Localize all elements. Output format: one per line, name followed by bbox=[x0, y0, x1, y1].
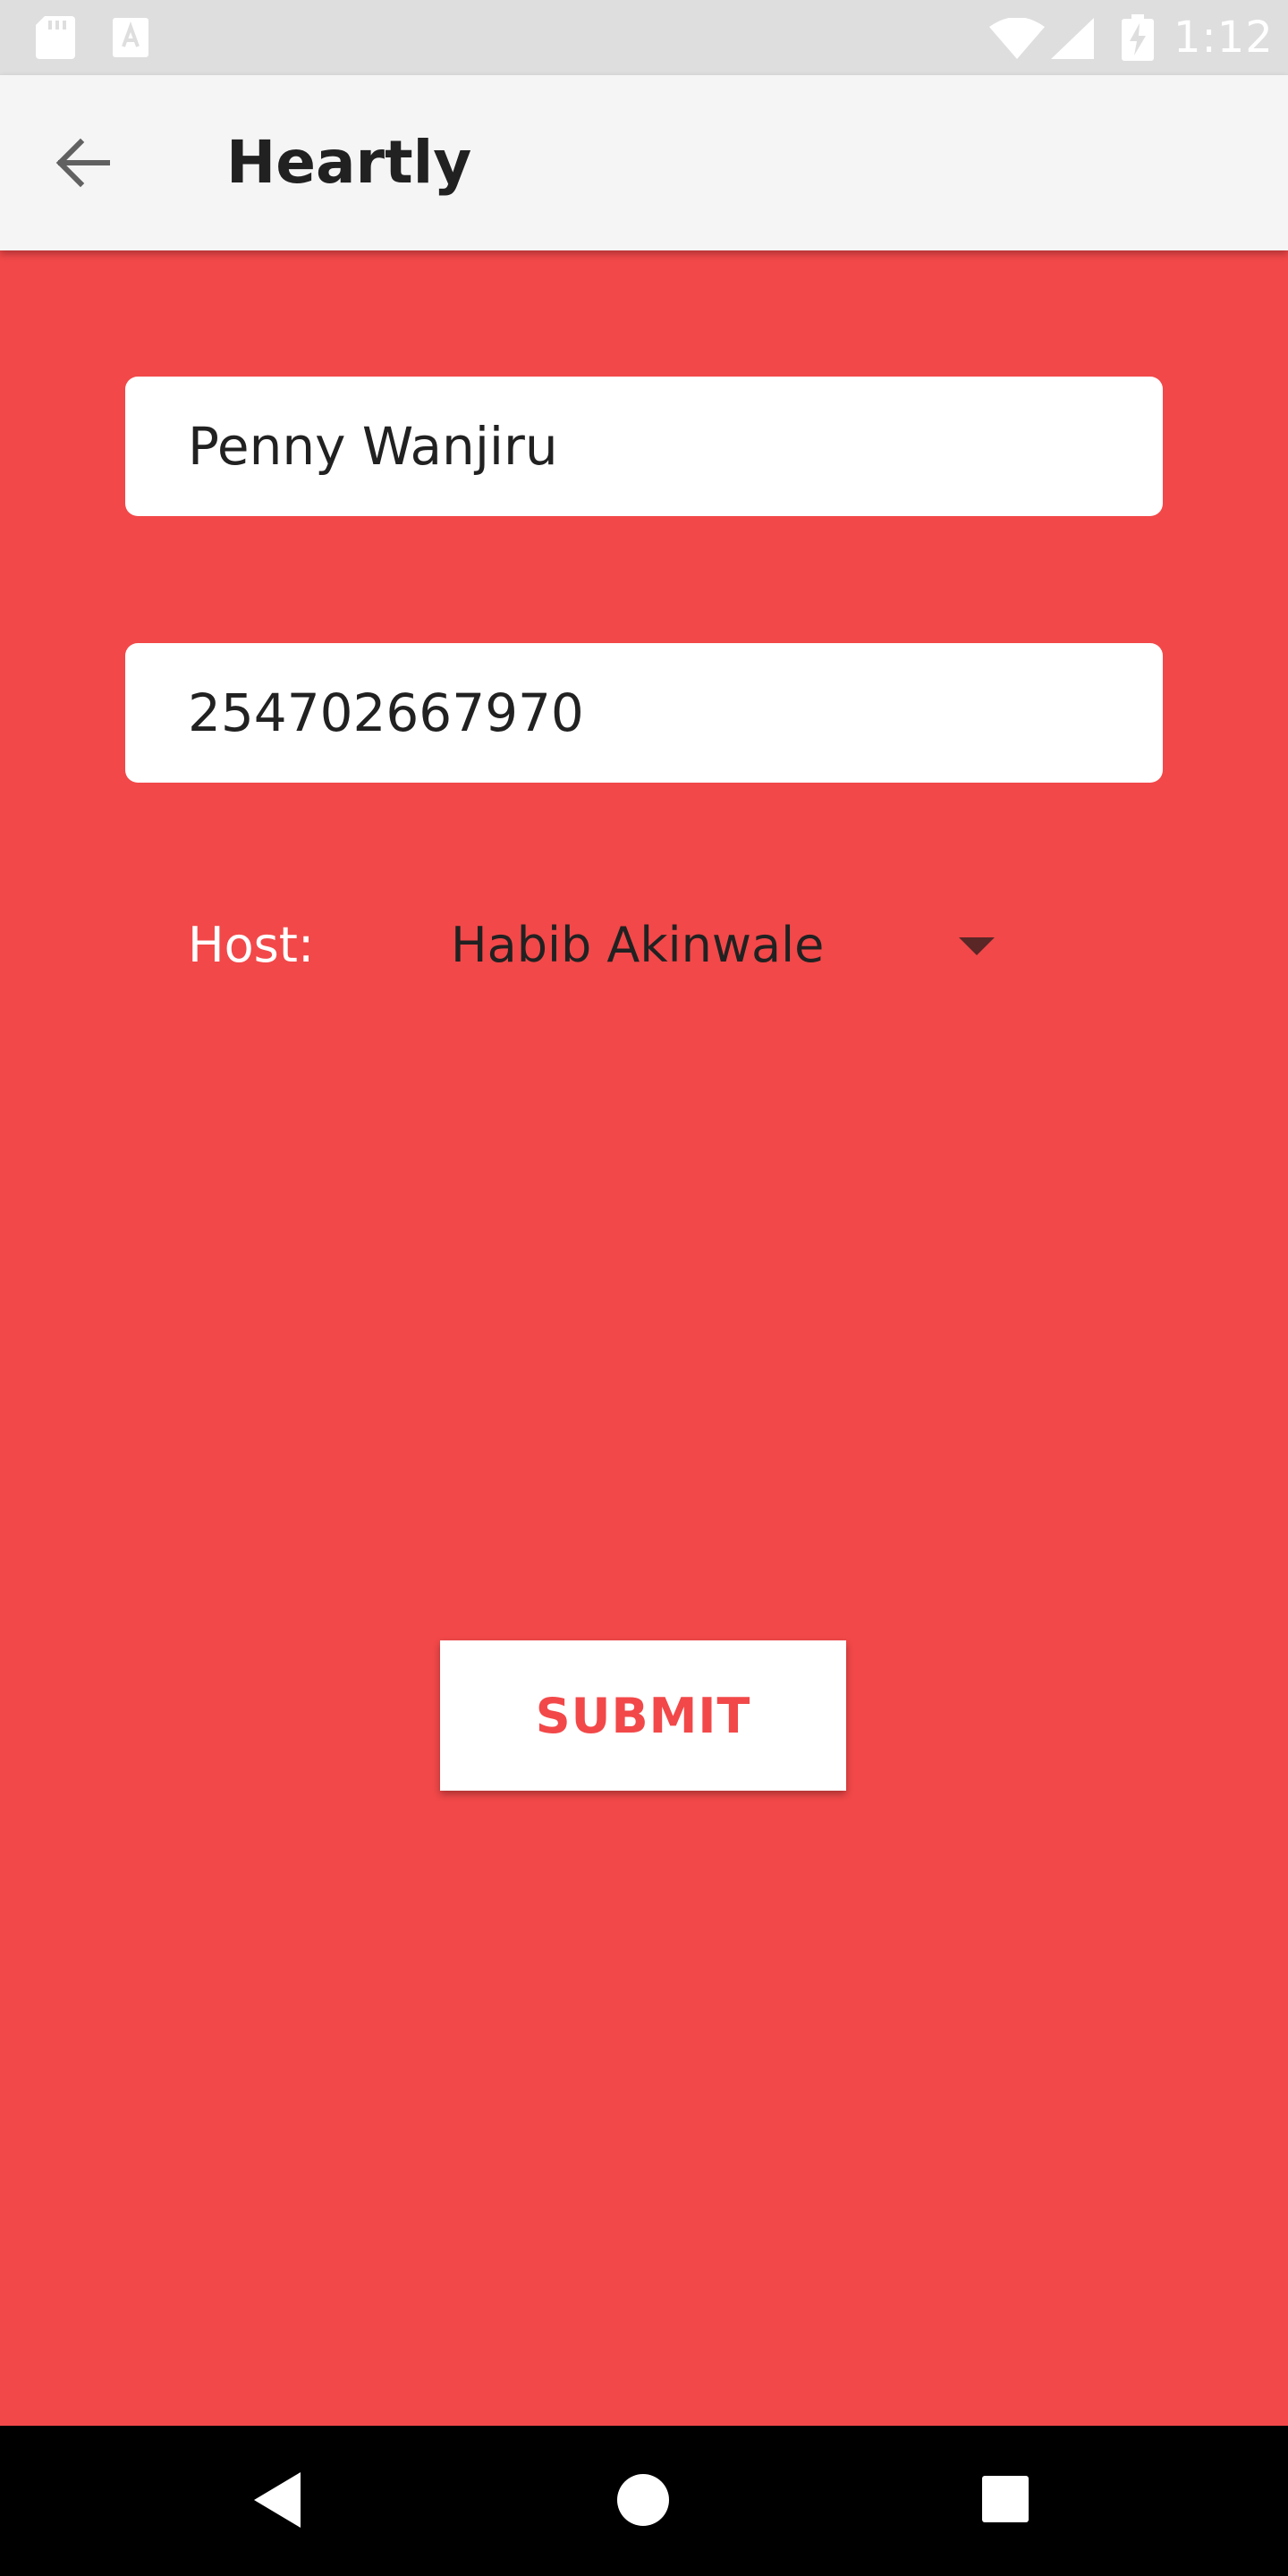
submit-label: SUBMIT bbox=[535, 1687, 751, 1744]
submit-button[interactable]: SUBMIT bbox=[440, 1640, 846, 1791]
a-notification-icon bbox=[113, 18, 148, 61]
phone-field-value: 254702667970 bbox=[188, 682, 584, 743]
sd-card-icon bbox=[36, 16, 75, 63]
dropdown-arrow-icon bbox=[959, 937, 995, 961]
host-dropdown[interactable]: Habib Akinwale bbox=[429, 903, 1002, 989]
status-time: 1:12 bbox=[1174, 13, 1274, 63]
nav-recents-icon[interactable] bbox=[980, 2474, 1030, 2528]
battery-charging-icon bbox=[1122, 14, 1154, 64]
app-bar: Heartly bbox=[0, 75, 1288, 250]
name-field[interactable]: Penny Wanjiru bbox=[125, 377, 1163, 516]
host-selected-value: Habib Akinwale bbox=[451, 917, 825, 973]
status-bar: 1:12 bbox=[0, 0, 1288, 75]
nav-home-icon[interactable] bbox=[615, 2472, 671, 2531]
back-button[interactable] bbox=[47, 129, 118, 200]
arrow-left-icon bbox=[54, 138, 111, 191]
cell-signal-icon bbox=[1051, 18, 1094, 63]
nav-back-icon[interactable] bbox=[250, 2470, 304, 2533]
app-title: Heartly bbox=[226, 128, 472, 197]
host-label: Host: bbox=[188, 917, 315, 973]
name-field-value: Penny Wanjiru bbox=[188, 416, 558, 477]
screen: 1:12 Heartly Penny Wanjiru 254702667970 … bbox=[0, 0, 1288, 2576]
nav-bar bbox=[0, 2426, 1288, 2576]
phone-field[interactable]: 254702667970 bbox=[125, 643, 1163, 783]
wifi-icon bbox=[989, 17, 1045, 63]
